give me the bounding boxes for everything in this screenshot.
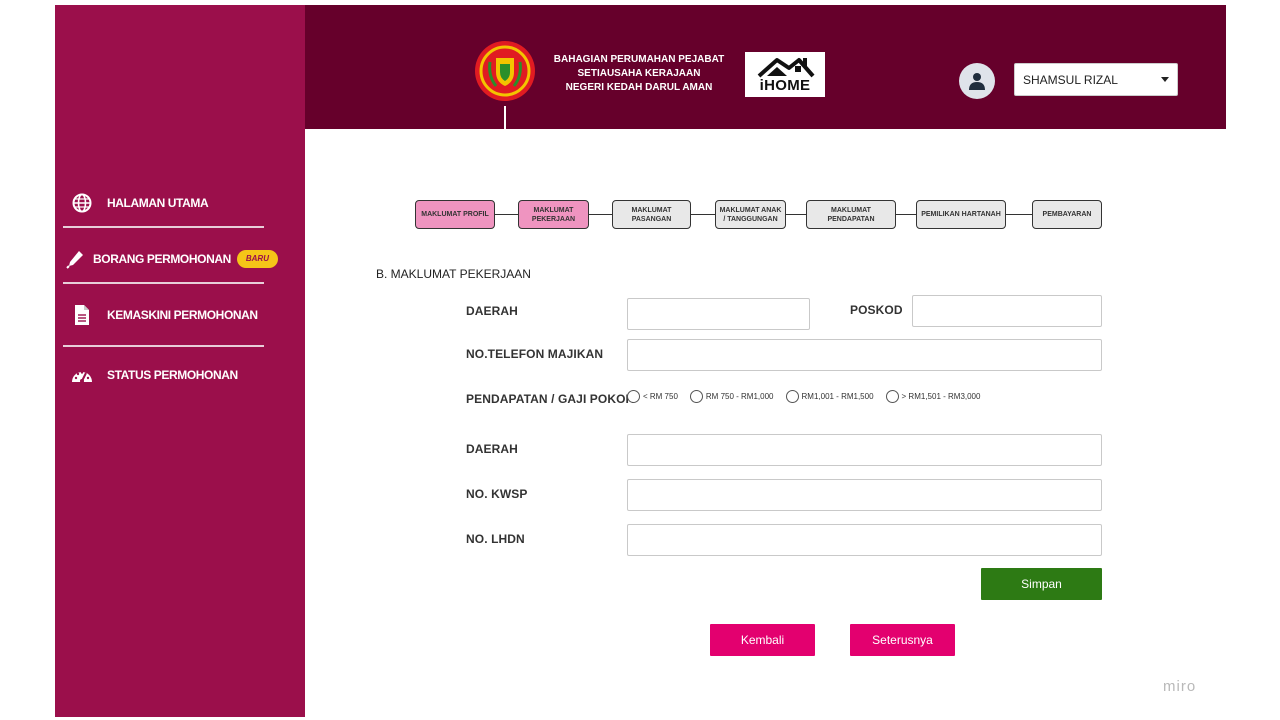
sidebar-item-kemaskini-permohonan[interactable]: KEMASKINI PERMOHONAN <box>65 295 265 335</box>
step-connector <box>588 214 612 215</box>
seterusnya-button[interactable]: Seterusnya <box>850 624 955 656</box>
user-dropdown[interactable]: SHAMSUL RIZAL <box>1014 63 1178 96</box>
avatar[interactable] <box>959 63 995 99</box>
header: BAHAGIAN PERUMAHAN PEJABAT SETIAUSAHA KE… <box>305 5 1226 129</box>
income-option[interactable]: < RM 750 <box>627 390 678 403</box>
income-option[interactable]: RM1,001 - RM1,500 <box>785 390 874 403</box>
step-pemilikan-hartanah[interactable]: PEMILIKAN HARTANAH <box>916 200 1006 229</box>
daerah-label: DAERAH <box>466 304 518 318</box>
organization-name: BAHAGIAN PERUMAHAN PEJABAT SETIAUSAHA KE… <box>553 54 725 93</box>
miro-watermark: miro <box>1163 678 1197 695</box>
radio-button[interactable] <box>627 390 640 403</box>
poskod-input[interactable] <box>912 295 1102 327</box>
step-maklumat-pekerjaan[interactable]: MAKLUMAT PEKERJAAN <box>518 200 589 229</box>
chevron-down-icon <box>1161 77 1169 82</box>
step-connector <box>690 214 715 215</box>
step-maklumat-profil[interactable]: MAKLUMAT PROFIL <box>415 200 495 229</box>
poskod-label: POSKOD <box>850 303 903 317</box>
step-maklumat-pasangan[interactable]: MAKLUMAT PASANGAN <box>612 200 691 229</box>
daerah-label: DAERAH <box>466 442 518 456</box>
step-connector <box>494 214 518 215</box>
kedah-crest-logo <box>474 40 536 102</box>
lhdn-input[interactable] <box>627 524 1102 556</box>
daerah-input-2[interactable] <box>627 434 1102 466</box>
sidebar-divider <box>63 226 264 228</box>
sidebar-item-label: BORANG PERMOHONAN <box>93 252 231 266</box>
radio-button[interactable] <box>885 390 899 403</box>
telefon-majikan-input[interactable] <box>627 339 1102 371</box>
speedometer-icon <box>65 365 99 385</box>
sidebar-item-label: STATUS PERMOHONAN <box>107 368 238 382</box>
sidebar-item-borang-permohonan[interactable]: BORANG PERMOHONAN BARU <box>65 239 278 279</box>
step-connector <box>785 214 806 215</box>
step-connector <box>1005 214 1032 215</box>
kembali-button[interactable]: Kembali <box>710 624 815 656</box>
document-icon <box>65 304 99 326</box>
step-maklumat-anak[interactable]: MAKLUMAT ANAK / TANGGUNGAN <box>715 200 786 229</box>
ihome-logo: iHOME <box>745 52 825 97</box>
logo-divider <box>504 106 506 129</box>
kwsp-label: NO. KWSP <box>466 487 528 501</box>
step-connector <box>895 214 916 215</box>
sidebar-item-label: HALAMAN UTAMA <box>107 196 209 210</box>
new-badge: BARU <box>236 250 278 268</box>
step-pembayaran[interactable]: PEMBAYARAN <box>1032 200 1102 229</box>
sidebar-item-status-permohonan[interactable]: STATUS PERMOHONAN <box>65 355 265 395</box>
pen-icon <box>65 249 85 269</box>
step-maklumat-pendapatan[interactable]: MAKLUMAT PENDAPATAN <box>806 200 896 229</box>
user-icon <box>969 73 985 90</box>
sidebar-item-halaman-utama[interactable]: HALAMAN UTAMA <box>65 183 265 223</box>
sidebar-item-label: KEMASKINI PERMOHONAN <box>107 308 258 322</box>
sidebar: HALAMAN UTAMA BORANG PERMOHONAN BARU KEM… <box>55 5 305 717</box>
radio-button[interactable] <box>785 390 799 403</box>
kwsp-input[interactable] <box>627 479 1102 511</box>
income-radio-group: < RM 750 RM 750 - RM1,000 RM1,001 - RM1,… <box>627 390 992 403</box>
lhdn-label: NO. LHDN <box>466 532 525 546</box>
sidebar-divider <box>63 282 264 284</box>
sidebar-divider <box>63 345 264 347</box>
section-title: B. MAKLUMAT PEKERJAAN <box>376 267 531 281</box>
pendapatan-label: PENDAPATAN / GAJI POKOK <box>466 392 635 406</box>
simpan-button[interactable]: Simpan <box>981 568 1102 600</box>
globe-icon <box>65 193 99 213</box>
income-option[interactable]: > RM1,501 - RM3,000 <box>885 390 980 403</box>
user-name: SHAMSUL RIZAL <box>1023 72 1118 87</box>
income-option[interactable]: RM 750 - RM1,000 <box>689 390 774 403</box>
house-icon <box>757 58 815 78</box>
telefon-majikan-label: NO.TELEFON MAJIKAN <box>466 347 604 361</box>
radio-button[interactable] <box>689 390 703 403</box>
ihome-label: iHOME <box>759 77 811 94</box>
daerah-input[interactable] <box>627 298 810 330</box>
